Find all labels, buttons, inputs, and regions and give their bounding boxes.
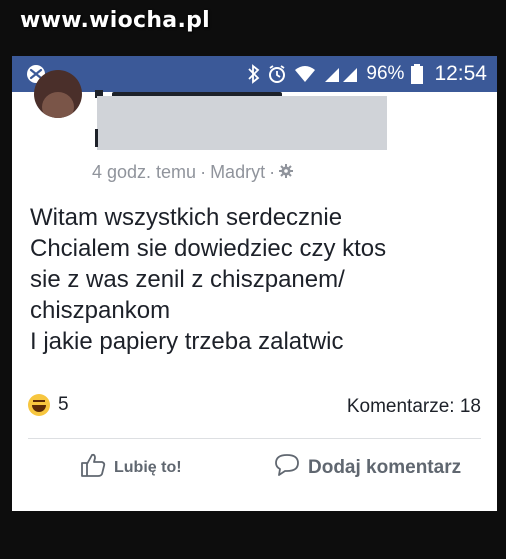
site-watermark: www.wiocha.pl — [20, 8, 210, 33]
thumbs-up-icon — [80, 453, 106, 483]
divider — [28, 438, 481, 439]
comment-button[interactable]: Dodaj komentarz — [274, 453, 461, 483]
post-text-line: Chcialem sie dowiedziec czy ktos — [30, 235, 387, 262]
comment-bubble-icon — [274, 453, 300, 483]
post-text-line: sie z was zenil z chiszpanem/ — [30, 266, 345, 293]
clock-time: 12:54 — [434, 62, 487, 85]
post-location[interactable]: Madryt — [210, 162, 265, 183]
post-time[interactable]: 4 godz. temu — [92, 162, 196, 183]
post-text-line: I jakie papiery trzeba zalatwic — [30, 328, 344, 355]
author-name-fragment — [95, 129, 98, 147]
wifi-icon — [294, 65, 316, 83]
post-actions: Lubię to! Dodaj komentarz — [12, 449, 497, 489]
post-text: Witam wszystkich serdecznie Chcialem sie… — [30, 202, 490, 357]
post-text-line: chiszpankom — [30, 297, 171, 324]
bluetooth-icon — [248, 64, 260, 84]
reaction-count: 5 — [58, 394, 69, 415]
post-text-line: Witam wszystkich serdecznie — [30, 204, 343, 231]
redacted-author-name — [97, 96, 387, 150]
meta-separator: · — [269, 162, 276, 182]
status-bar: 96% 12:54 — [12, 56, 497, 92]
comments-count[interactable]: Komentarze: 18 — [347, 396, 481, 418]
avatar[interactable] — [34, 70, 82, 118]
reactions-summary[interactable]: 5 — [28, 394, 69, 416]
like-label: Lubię to! — [114, 459, 182, 476]
signal-icon — [323, 65, 359, 83]
phone-screen: 96% 12:54 4 godz. temu · Madryt · Witam … — [12, 56, 497, 511]
privacy-gear-icon[interactable] — [279, 162, 294, 183]
battery-icon — [411, 64, 424, 84]
alarm-icon — [267, 64, 287, 84]
meta-separator: · — [200, 162, 207, 182]
like-button[interactable]: Lubię to! — [80, 453, 182, 483]
post-meta: 4 godz. temu · Madryt · — [92, 162, 294, 183]
comment-label: Dodaj komentarz — [308, 457, 462, 478]
battery-percentage: 96% — [366, 63, 405, 84]
haha-reaction-icon — [28, 394, 50, 416]
